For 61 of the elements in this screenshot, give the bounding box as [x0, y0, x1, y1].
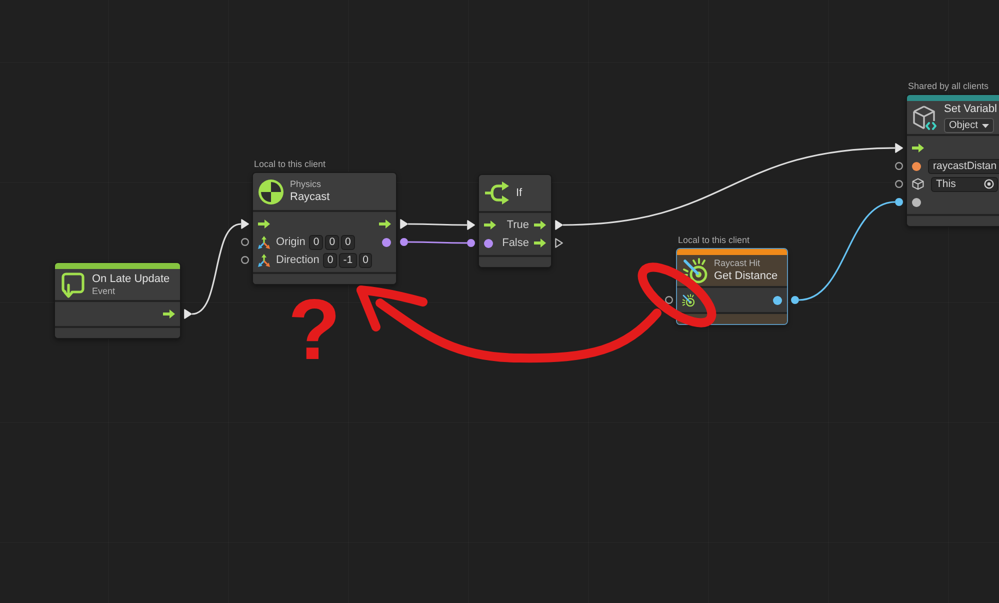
node-title: Get Distance: [714, 269, 778, 283]
number-field[interactable]: 0: [341, 234, 355, 250]
text-field[interactable]: raycastDistan: [928, 158, 999, 174]
node-title: Set Variabl: [944, 102, 997, 116]
number-field[interactable]: 0: [309, 234, 324, 250]
axes-icon: [258, 254, 270, 266]
circle-port-icon[interactable]: [895, 162, 903, 170]
arrow-icon: [912, 143, 924, 153]
connection-wire: [408, 223, 467, 226]
target-icon[interactable]: [984, 179, 994, 189]
graph-node[interactable]: On Late Update Event: [54, 262, 181, 339]
target-icon: [682, 294, 695, 306]
graph-node[interactable]: Physics Raycast Origin 0 0 0 Direction 0 -1 0: [252, 172, 397, 285]
node-title: Raycast: [290, 190, 330, 204]
question-mark: ?: [288, 287, 341, 373]
graph-node[interactable]: Raycast Hit Get Distance: [676, 248, 788, 325]
arrow-icon: [163, 309, 175, 319]
port-label: False: [502, 236, 529, 250]
circle-port-icon[interactable]: [791, 296, 799, 304]
port-label: Origin: [276, 235, 306, 249]
target-icon: [682, 258, 708, 284]
checkered-ball-icon: [258, 178, 284, 204]
caret-icon: [982, 124, 989, 128]
circle-port-icon[interactable]: [241, 238, 249, 246]
type-dropdown[interactable]: Object: [944, 118, 994, 133]
circle-port-icon[interactable]: [241, 256, 249, 264]
number-field[interactable]: 0: [325, 234, 340, 250]
loop-icon: [60, 272, 86, 298]
circle-port-icon[interactable]: [400, 238, 408, 246]
port-label: Direction: [276, 253, 320, 267]
graph-node[interactable]: Set Variabl Object raycastDistan This: [906, 94, 999, 227]
circle-port-icon[interactable]: [665, 296, 673, 304]
arrow-icon: [534, 238, 546, 248]
object-field[interactable]: This: [931, 176, 998, 192]
arrow-icon: [534, 220, 546, 230]
axes-icon: [258, 236, 270, 248]
node-title: On Late Update: [92, 272, 170, 286]
triangle-port-icon[interactable]: [555, 238, 563, 248]
number-field[interactable]: -1: [339, 252, 357, 268]
node-footer: [479, 255, 551, 267]
circle-port-icon[interactable]: [895, 198, 903, 206]
scope-label: Shared by all clients: [908, 81, 989, 92]
number-field[interactable]: 0: [323, 252, 338, 268]
arrow-icon: [379, 219, 391, 229]
number-field[interactable]: 0: [358, 252, 372, 268]
cube-icon: [912, 104, 938, 130]
arrow-icon: [258, 219, 270, 229]
scope-label: Local to this client: [678, 235, 750, 246]
branch-icon: [484, 180, 510, 206]
graph-node[interactable]: If True False: [478, 174, 552, 268]
port-label: True: [506, 218, 529, 232]
node-category: Raycast Hit: [714, 258, 760, 269]
node-title: If: [516, 186, 522, 200]
node-category: Physics: [290, 179, 322, 190]
scope-label: Local to this client: [254, 159, 326, 170]
circle-port-icon[interactable]: [467, 239, 475, 247]
node-subtitle: Event: [92, 286, 116, 297]
arrow-icon: [484, 220, 496, 230]
circle-port-icon[interactable]: [895, 180, 903, 188]
cube-icon: [912, 178, 924, 190]
connection-wire: [408, 241, 467, 244]
